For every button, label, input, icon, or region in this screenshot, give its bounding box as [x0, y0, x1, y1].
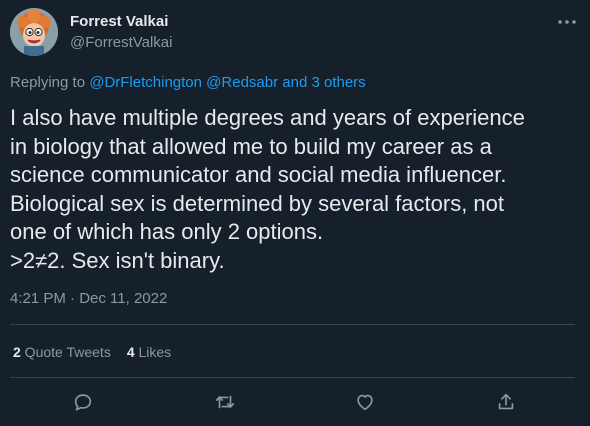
avatar[interactable] [10, 8, 58, 56]
mention-redsabr[interactable]: @Redsabr [206, 74, 278, 91]
likes-stat[interactable]: 4 Likes [127, 344, 171, 360]
quote-tweets-count: 2 [13, 344, 21, 360]
reply-button[interactable] [71, 390, 95, 414]
avatar-illustration [10, 8, 58, 56]
like-button[interactable] [353, 390, 377, 414]
retweet-button[interactable] [213, 390, 237, 414]
likes-count: 4 [126, 344, 135, 360]
share-icon [498, 393, 514, 410]
retweet-icon [215, 395, 235, 409]
replying-to: Replying to @DrFletchington @Redsabr and… [10, 74, 366, 91]
share-button[interactable] [494, 390, 518, 414]
divider [10, 377, 575, 378]
author-display-name[interactable]: Forrest Valkai [70, 13, 172, 31]
reply-icon [74, 394, 92, 411]
more-dots-icon [558, 20, 576, 24]
tweet: Forrest Valkai @ForrestValkai Replying t… [0, 0, 590, 426]
heart-icon [357, 394, 373, 411]
more-options-button[interactable] [556, 13, 578, 31]
replying-prefix: Replying to [10, 74, 90, 91]
divider [10, 324, 575, 325]
quote-tweets-label: Quote Tweets [20, 344, 111, 360]
author-block: Forrest Valkai @ForrestValkai [70, 13, 172, 52]
tweet-text: I also have multiple degrees and years o… [10, 105, 525, 273]
likes-label: Likes [134, 344, 172, 360]
and-others-link[interactable]: and 3 others [278, 74, 365, 91]
tweet-timestamp[interactable]: 4:21 PM · Dec 11, 2022 [10, 290, 167, 307]
quote-tweets-stat[interactable]: 2 Quote Tweets [13, 344, 111, 360]
author-handle[interactable]: @ForrestValkai [70, 34, 172, 52]
engagement-stats: 2 Quote Tweets 4 Likes [13, 344, 171, 360]
mention-drfletchington[interactable]: @DrFletchington [89, 74, 202, 91]
